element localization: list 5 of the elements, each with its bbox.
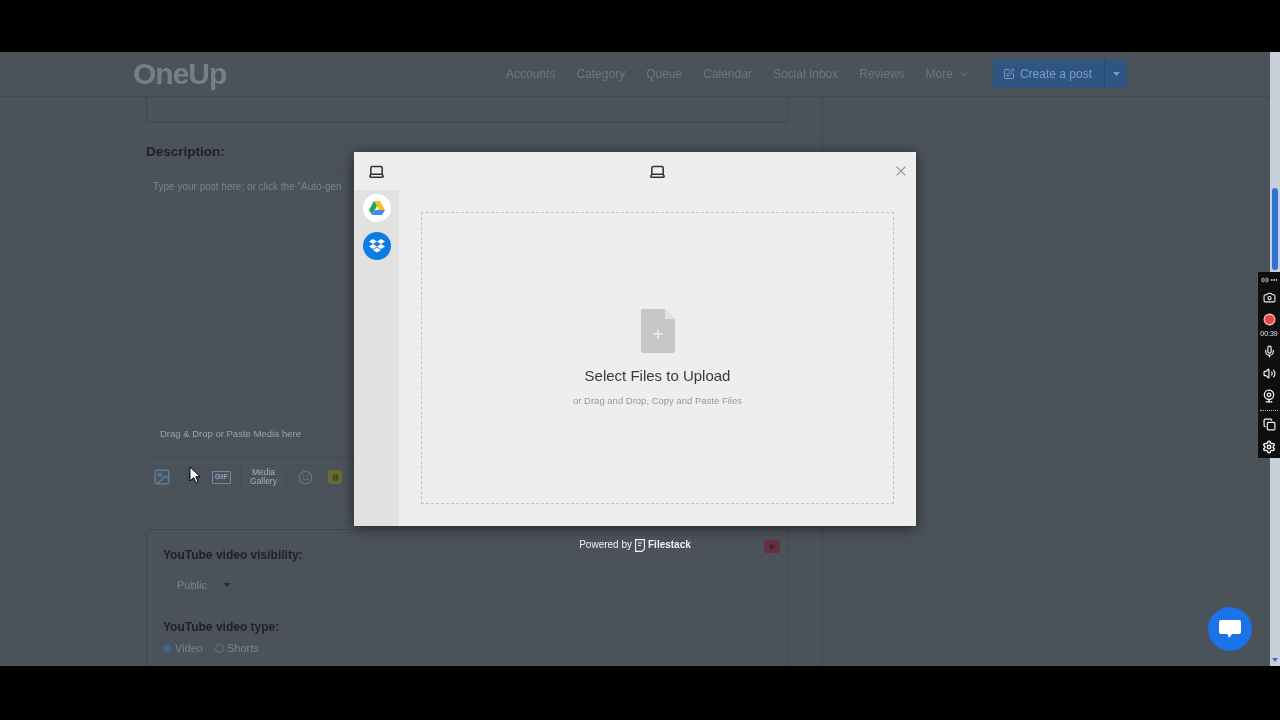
brand-name: Filestack [648,538,691,552]
powered-by-text: Powered by [579,538,632,552]
drop-hint: Drag & Drop or Paste Media here [160,428,301,440]
upload-title: Select Files to Upload [584,367,731,385]
upload-hint: or Drag and Drop, Copy and Paste Files [573,395,742,407]
